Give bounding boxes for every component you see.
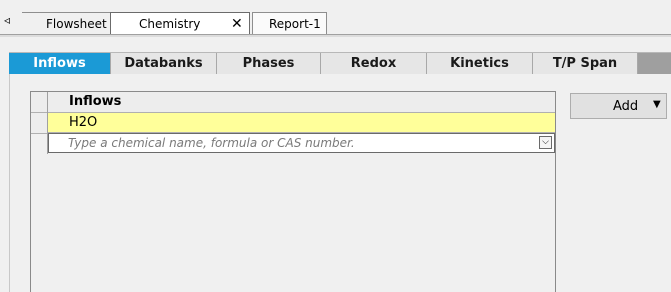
tab-scroll-left-icon[interactable]: ◃ — [4, 13, 10, 27]
species-cell[interactable]: H2O — [69, 115, 97, 130]
close-icon[interactable]: ✕ — [231, 13, 243, 35]
subtab-redox[interactable]: Redox — [321, 53, 427, 75]
chemical-search-input[interactable] — [68, 135, 528, 151]
row-header[interactable] — [31, 113, 47, 134]
tab-report-1-label: Report-1 — [269, 17, 321, 31]
dropdown-arrow-icon[interactable]: ▼ — [653, 99, 661, 110]
subtab-tp-span[interactable]: T/P Span — [533, 53, 638, 75]
chemistry-subtab-bar: Inflows Databanks Phases Redox Kinetics … — [9, 52, 671, 75]
add-button-label: Add — [613, 99, 639, 114]
new-species-row[interactable]: ⌵ — [48, 133, 555, 153]
add-button[interactable]: Add ▼ — [570, 93, 667, 119]
subtab-inflows[interactable]: Inflows — [9, 53, 111, 75]
subtab-databanks[interactable]: Databanks — [111, 53, 217, 75]
tab-strip-divider — [0, 34, 671, 37]
subtab-filler — [638, 53, 671, 75]
tab-flowsheet[interactable]: Flowsheet — [22, 12, 118, 34]
tab-report-1[interactable]: Report-1 — [252, 12, 327, 34]
subtab-kinetics[interactable]: Kinetics — [427, 53, 533, 75]
tab-chemistry-label: Chemistry — [139, 17, 201, 31]
grid-column-header-inflows: Inflows — [69, 94, 122, 109]
tab-flowsheet-label: Flowsheet — [46, 17, 107, 31]
document-tab-bar: ◃ Flowsheet Chemistry ✕ Report-1 — [0, 0, 671, 37]
table-row[interactable]: H2O — [48, 113, 555, 133]
inflows-grid: Inflows H2O ⌵ — [30, 91, 556, 292]
tab-chemistry[interactable]: Chemistry ✕ — [110, 12, 250, 34]
grid-header: Inflows — [31, 92, 555, 113]
subtab-phases[interactable]: Phases — [217, 53, 321, 75]
chevron-down-icon[interactable]: ⌵ — [539, 136, 552, 149]
